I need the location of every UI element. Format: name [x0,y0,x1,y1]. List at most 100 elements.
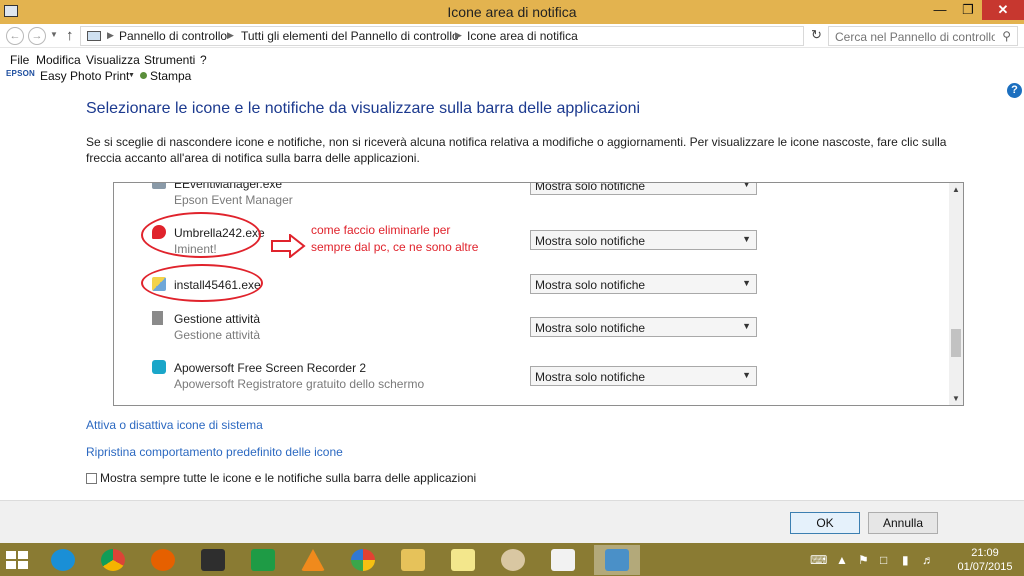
behavior-value: Mostra solo notifiche [535,278,646,292]
store-icon[interactable] [240,545,286,575]
page-description: Se si sceglie di nascondere icone e noti… [86,135,947,165]
search-icon[interactable]: ⚲ [1002,29,1011,43]
chevron-down-icon[interactable]: ▼ [742,183,751,189]
minimize-button[interactable]: — [926,0,954,20]
annotation-text: come faccio eliminarle per sempre dal pc… [311,223,479,254]
list-item: Gestione attività Gestione attività Most… [114,309,949,353]
chevron-down-icon[interactable]: ▼ [742,234,751,244]
search-box[interactable]: ⚲ [828,26,1018,46]
recent-locations-chevron-icon[interactable]: ▼ [50,30,58,39]
menu-bar: File Modifica Visualizza Strumenti ? [0,49,1024,69]
behavior-value: Mostra solo notifiche [535,321,646,335]
sticky-notes-icon[interactable] [440,545,486,575]
menu-strumenti[interactable]: Strumenti [144,53,195,67]
clock-time: 21:09 [971,547,999,559]
scroll-up-icon[interactable]: ▲ [952,185,960,194]
address-bar: ← → ▼ ↑ ▶ Pannello di controllo ▶ Tutti … [0,24,1024,48]
taskbar: ⌨ ▲ ⚑ □ ▮ ♬ 21:09 01/07/2015 [0,543,1024,576]
monitor-icon[interactable]: □ [880,553,887,567]
chevron-down-icon[interactable]: ▼ [128,72,135,79]
menu-modifica[interactable]: Modifica [36,53,81,67]
up-arrow-icon[interactable]: ↑ [66,27,74,44]
keyboard-icon[interactable]: ⌨ [810,553,827,567]
menu-file[interactable]: File [10,53,29,67]
back-button[interactable]: ← [6,27,24,45]
network-icon[interactable]: ▮ [902,553,909,567]
breadcrumb-item-notification-icons[interactable]: Icone area di notifica [467,29,578,43]
start-windows-icon[interactable] [6,551,28,569]
help-icon[interactable]: ? [1007,83,1022,98]
behavior-value: Mostra solo notifiche [535,370,646,384]
recorder-icon [152,360,166,374]
behavior-select[interactable]: Mostra solo notifiche ▼ [530,366,757,386]
folder-icon[interactable] [390,545,436,575]
control-panel-icon[interactable] [594,545,640,575]
annotation-arrow-icon [271,234,306,258]
behavior-select[interactable]: Mostra solo notifiche ▼ [530,274,757,294]
list-item: EEventManager.exe Epson Event Manager Mo… [114,182,949,219]
breadcrumb-separator-icon[interactable]: ▶ [227,30,234,41]
refresh-icon[interactable]: ↻ [811,27,822,43]
internet-explorer-icon[interactable] [40,545,86,575]
page-title: Selezionare le icone e le notifiche da v… [86,100,641,117]
vlc-icon[interactable] [290,545,336,575]
picasa-icon[interactable] [340,545,386,575]
dialog-footer: OK Annulla [0,500,1024,543]
stampa-button[interactable]: Stampa [150,69,191,83]
list-scrollbar[interactable]: ▲ ▼ [949,183,963,405]
behavior-select[interactable]: Mostra solo notifiche ▼ [530,317,757,337]
chevron-up-icon[interactable]: ▲ [836,553,848,567]
print-icon [140,72,147,79]
flag-icon[interactable]: ⚑ [858,553,869,567]
epson-logo: EPSON [6,69,36,78]
chrome-icon[interactable] [90,545,136,575]
behavior-value: Mostra solo notifiche [535,182,646,193]
close-button[interactable]: ✕ [982,0,1024,20]
window-title: Icone area di notifica [447,4,577,20]
app-icon[interactable] [190,545,236,575]
behavior-select[interactable]: Mostra solo notifiche ▼ [530,230,757,250]
breadcrumb-separator-icon[interactable]: ▶ [107,30,114,41]
app-name: Gestione attività [174,312,261,326]
app-description: Apowersoft Registratore gratuito dello s… [174,377,425,391]
behavior-select[interactable]: Mostra solo notifiche ▼ [530,182,757,195]
menu-help[interactable]: ? [200,53,207,67]
app-name: EEventManager.exe [174,182,283,191]
annotation-circle [141,212,261,258]
system-icons-link[interactable]: Attiva o disattiva icone di sistema [86,418,263,432]
chevron-down-icon[interactable]: ▼ [742,370,751,380]
scroll-down-icon[interactable]: ▼ [952,394,960,403]
behavior-value: Mostra solo notifiche [535,234,646,248]
app-name: Apowersoft Free Screen Recorder 2 [174,361,367,375]
app-description: Epson Event Manager [174,193,293,207]
breadcrumb-item-all-items[interactable]: Tutti gli elementi del Pannello di contr… [241,29,459,43]
notepad-icon[interactable] [540,545,586,575]
chevron-down-icon[interactable]: ▼ [742,321,751,331]
show-all-icons-label[interactable]: Mostra sempre tutte le icone e le notifi… [100,471,476,485]
search-input[interactable] [835,28,995,45]
clock-date: 01/07/2015 [957,561,1013,573]
maximize-button[interactable]: ❐ [954,0,982,20]
menu-visualizza[interactable]: Visualizza [86,53,140,67]
task-manager-icon [152,311,163,325]
epson-icon [152,183,166,189]
annotation-circle [141,264,263,302]
forward-button[interactable]: → [28,27,46,45]
title-bar: Icone area di notifica — ❐ ✕ [0,0,1024,24]
breadcrumb-separator-icon[interactable]: ▶ [455,30,462,41]
restore-default-link[interactable]: Ripristina comportamento predefinito del… [86,445,343,459]
epson-toolbar: EPSON Easy Photo Print ▼ Stampa [0,68,1024,83]
volume-icon[interactable]: ♬ [922,553,934,567]
easy-photo-print-button[interactable]: Easy Photo Print [40,69,129,83]
show-all-icons-checkbox[interactable] [86,473,97,484]
chevron-down-icon[interactable]: ▼ [742,278,751,288]
ok-button[interactable]: OK [790,512,860,534]
cancel-button[interactable]: Annulla [868,512,938,534]
list-item: Apowersoft Free Screen Recorder 2 Apower… [114,358,949,402]
breadcrumb[interactable]: ▶ Pannello di controllo ▶ Tutti gli elem… [80,26,804,46]
paint-icon[interactable] [490,545,536,575]
breadcrumb-item-control-panel[interactable]: Pannello di controllo [119,29,227,43]
firefox-icon[interactable] [140,545,186,575]
scrollbar-thumb[interactable] [951,329,961,357]
clock[interactable]: 21:09 01/07/2015 [950,546,1020,574]
